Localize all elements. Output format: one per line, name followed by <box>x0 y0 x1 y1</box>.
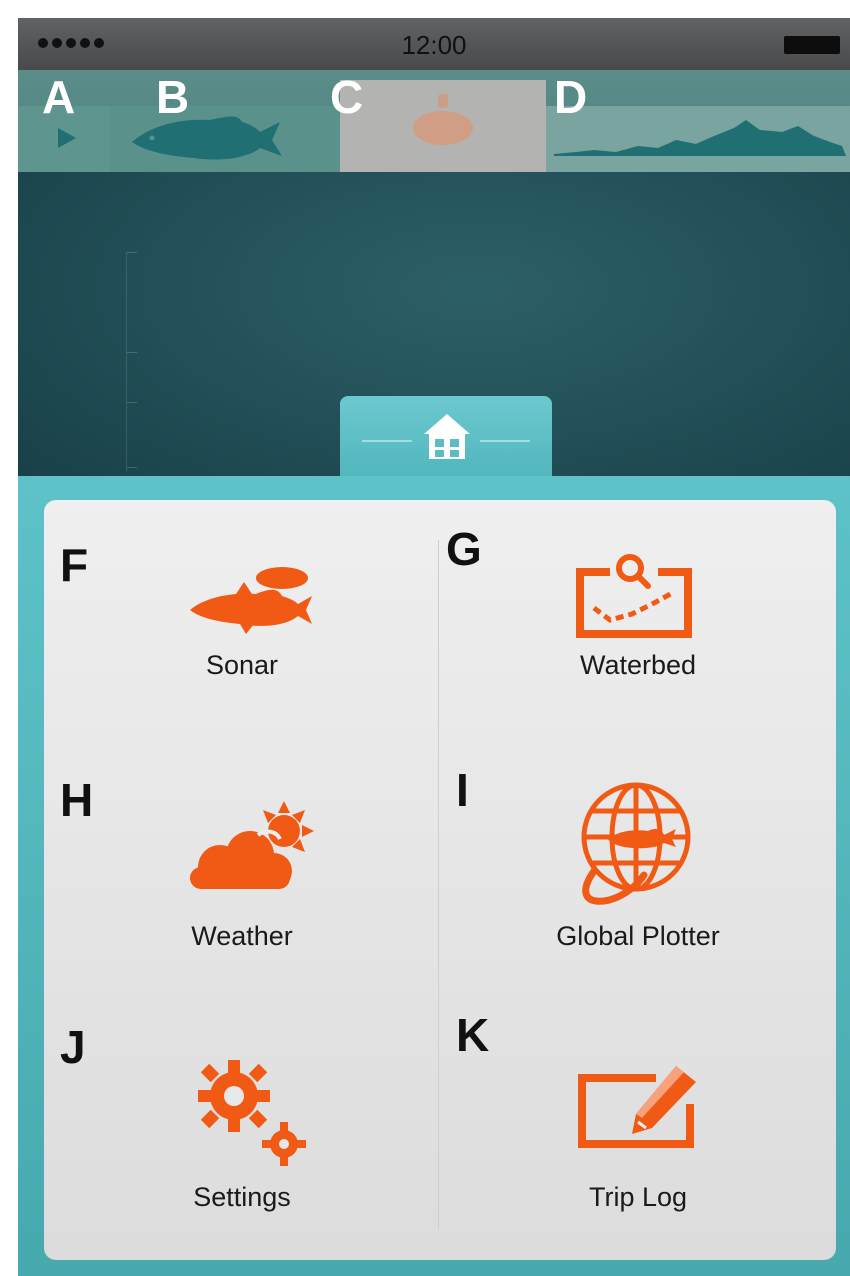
panel-b[interactable] <box>110 106 340 172</box>
menu-label-sonar: Sonar <box>205 650 279 680</box>
label-a: A <box>42 71 76 123</box>
menu-letter-i: I <box>456 764 469 816</box>
phone-screen: 12:00 A B C D F Sonar G Waterbed H Weath… <box>18 18 850 1276</box>
menu-item-sonar[interactable]: F Sonar <box>44 500 440 753</box>
sonar-fish-icon <box>190 567 312 634</box>
gears-icon <box>198 1060 306 1166</box>
fish-icon <box>132 116 282 160</box>
menu-letter-g: G <box>446 523 482 575</box>
depth-scale <box>126 252 137 472</box>
label-d: D <box>554 71 588 123</box>
trip-log-pencil-icon <box>578 1066 696 1148</box>
label-c: C <box>330 71 364 123</box>
menu-letter-f: F <box>60 539 89 591</box>
waterbed-map-icon <box>576 554 692 638</box>
label-b: B <box>156 71 190 123</box>
menu-item-trip-log[interactable]: K Trip Log <box>440 1006 836 1259</box>
menu-letter-h: H <box>60 774 94 826</box>
weather-cloud-sun-icon <box>190 801 314 889</box>
status-bar: 12:00 <box>18 18 850 70</box>
battery-icon <box>784 36 840 54</box>
menu-item-global-plotter[interactable]: I Global Plotter <box>440 753 836 1006</box>
menu-item-settings[interactable]: J Settings <box>44 1006 440 1259</box>
menu-label-trip-log: Trip Log <box>588 1182 688 1212</box>
home-tab-rule-right <box>480 440 530 442</box>
menu-letter-k: K <box>456 1009 490 1061</box>
menu-item-waterbed[interactable]: G Waterbed <box>440 500 836 753</box>
globe-plotter-icon <box>581 782 691 905</box>
waterbed-profile-icon <box>554 120 846 156</box>
menu-label-weather: Weather <box>191 921 293 951</box>
menu-frame: F Sonar G Waterbed H Weather I Global Pl… <box>18 476 850 1276</box>
menu-item-weather[interactable]: H Weather <box>44 753 440 1006</box>
menu-card: F Sonar G Waterbed H Weather I Global Pl… <box>44 500 836 1260</box>
menu-label-global-plotter: Global Plotter <box>556 921 720 951</box>
home-tab-rule-left <box>362 440 412 442</box>
panel-d[interactable] <box>546 106 850 172</box>
home-icon <box>424 414 470 459</box>
menu-letter-j: J <box>60 1021 86 1073</box>
fishing-float-icon <box>413 94 473 145</box>
status-time: 12:00 <box>401 30 467 60</box>
top-strip: A B C D <box>18 70 850 172</box>
menu-label-waterbed: Waterbed <box>579 650 697 680</box>
home-tab[interactable] <box>340 396 552 486</box>
menu-label-settings: Settings <box>193 1182 291 1212</box>
panel-c[interactable] <box>340 80 546 172</box>
